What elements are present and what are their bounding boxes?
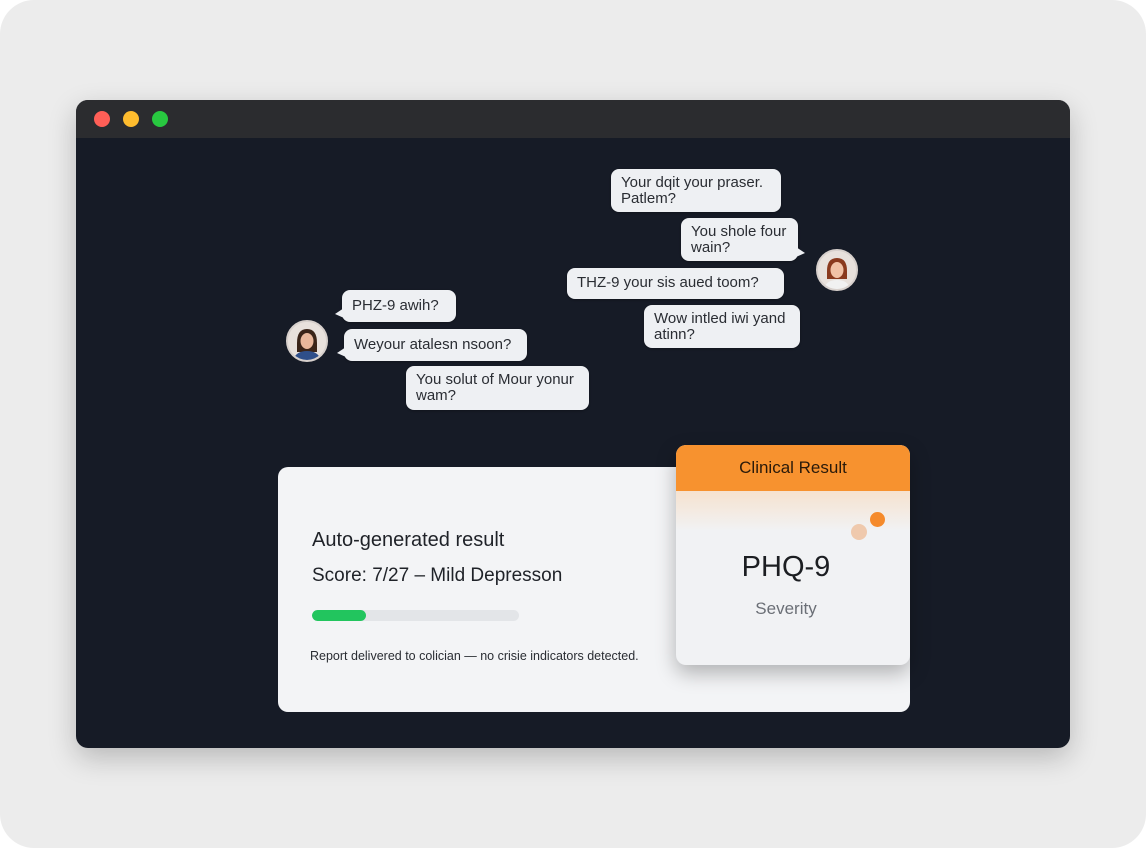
result-score: Score: 7/27 – Mild Depresson: [312, 565, 563, 586]
result-title: Auto-generated result: [312, 529, 505, 551]
chat-bubble-text: Your dqit your praser. Patlem?: [621, 174, 764, 207]
clinical-result-card: Clinical Result PHQ-9 Severity: [676, 445, 910, 665]
chat-bubble: You solut of Mour yonur wam?: [406, 366, 589, 410]
chat-bubble-text: Wow intled iwi yand atinn?: [654, 310, 786, 343]
minimize-window-button[interactable]: [123, 111, 139, 127]
score-progress-bar: [312, 610, 519, 621]
clinical-title: PHQ-9: [741, 551, 831, 583]
assistant-avatar: [816, 249, 858, 291]
app-window: Your dqit your praser. Patlem? You shole…: [76, 100, 1070, 748]
status-dot-icon: [870, 512, 885, 527]
background-stage: Your dqit your praser. Patlem? You shole…: [0, 0, 1146, 848]
status-dot-icon: [851, 524, 867, 540]
chat-bubble-text: Weyour atalesn nsoon?: [354, 336, 512, 353]
chat-bubble: Your dqit your praser. Patlem?: [611, 169, 781, 212]
result-note: Report delivered to colician — no crisie…: [310, 649, 639, 663]
chat-bubble-text: You shole four wain?: [691, 223, 787, 256]
chat-bubble: THZ-9 your sis aued toom?: [567, 268, 784, 299]
chat-bubble: Wow intled iwi yand atinn?: [644, 305, 800, 348]
chat-bubble: You shole four wain?: [681, 218, 805, 261]
zoom-window-button[interactable]: [152, 111, 168, 127]
woman-avatar-icon: [288, 322, 326, 360]
chat-bubble-text: PHZ-9 awih?: [352, 297, 439, 314]
woman-avatar-icon: [818, 251, 856, 289]
patient-avatar: [286, 320, 328, 362]
clinical-result-header: Clinical Result: [676, 445, 910, 491]
score-progress-fill: [312, 610, 366, 621]
clinical-subtitle: Severity: [755, 599, 817, 618]
close-window-button[interactable]: [94, 111, 110, 127]
chat-bubble-text: THZ-9 your sis aued toom?: [577, 274, 759, 291]
title-bar: [76, 100, 1070, 138]
chat-bubble-text: You solut of Mour yonur wam?: [416, 371, 574, 404]
chat-bubble: Weyour atalesn nsoon?: [337, 329, 527, 361]
chat-bubble: PHZ-9 awih?: [335, 290, 456, 322]
